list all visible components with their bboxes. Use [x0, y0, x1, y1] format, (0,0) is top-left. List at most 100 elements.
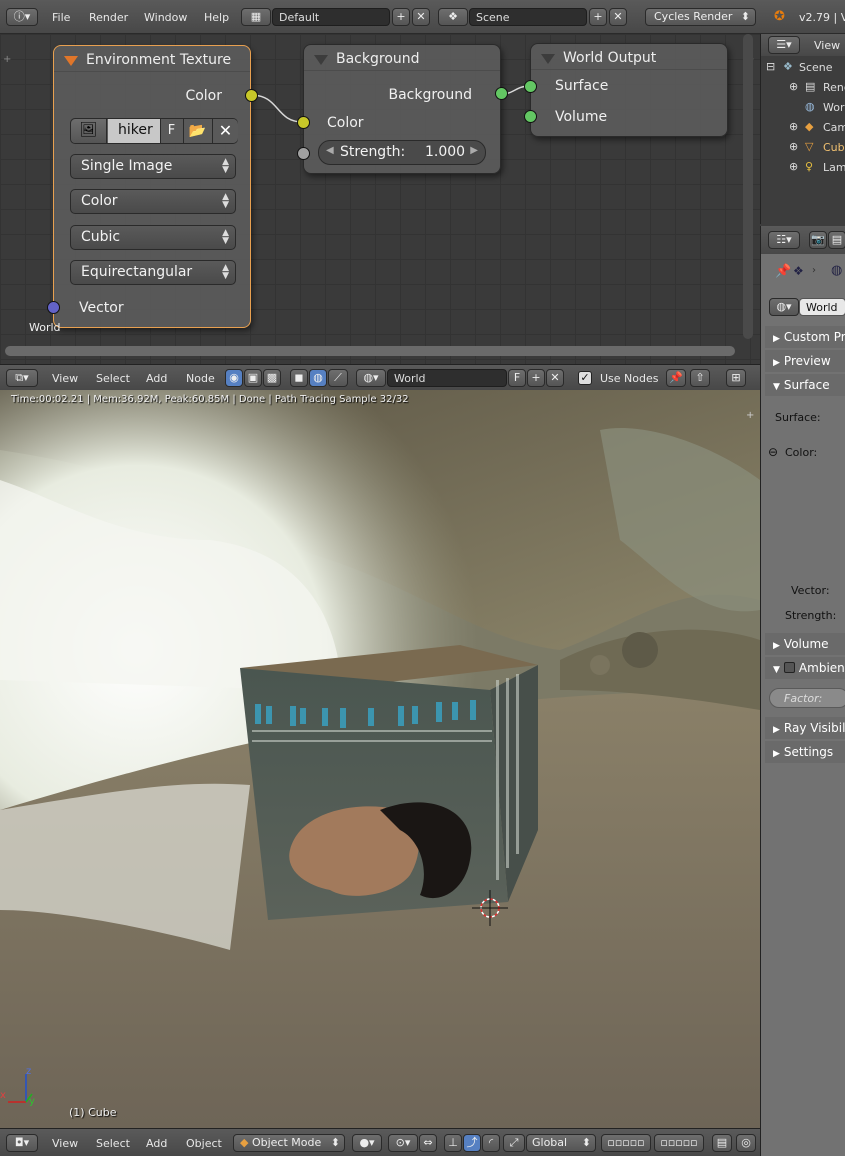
- pin-icon[interactable]: 📌: [666, 369, 686, 387]
- image-name-field[interactable]: hiker: [108, 119, 160, 143]
- menu-render[interactable]: Render: [89, 11, 128, 24]
- unlink-world-button[interactable]: ✕: [546, 369, 564, 387]
- env-vector-input-socket[interactable]: [47, 301, 60, 314]
- expand-icon[interactable]: ⊕: [789, 160, 798, 173]
- menu-help[interactable]: Help: [204, 11, 229, 24]
- texture-nodes-icon[interactable]: ▩: [263, 369, 281, 387]
- image-browse-icon[interactable]: 🖼: [71, 119, 107, 143]
- menu-object[interactable]: Object: [186, 1137, 222, 1150]
- collapse-triangle-icon[interactable]: [541, 54, 555, 64]
- node-header[interactable]: Environment Texture: [54, 46, 250, 72]
- world-shader-icon[interactable]: ◍: [309, 369, 327, 387]
- menu-add[interactable]: Add: [146, 1137, 167, 1150]
- increment-arrow-icon[interactable]: ▶: [470, 145, 478, 156]
- remove-scene-button[interactable]: ✕: [609, 8, 627, 26]
- collapse-triangle-icon[interactable]: [314, 55, 328, 65]
- scene-field[interactable]: Scene: [469, 8, 587, 26]
- parent-node-tree-icon[interactable]: ⇧: [690, 369, 710, 387]
- custom-properties-panel[interactable]: ▶Custom Pro: [765, 326, 845, 348]
- region-expand-icon[interactable]: +: [746, 410, 754, 421]
- node-editor[interactable]: + + Environment Texture Color 🖼 hiker F …: [0, 34, 760, 364]
- render-layers-tab-icon[interactable]: ▤: [828, 231, 845, 249]
- bg-strength-input-socket[interactable]: [297, 147, 310, 160]
- menu-node[interactable]: Node: [186, 372, 215, 385]
- background-node[interactable]: Background Background Color ◀ Strength: …: [303, 44, 501, 174]
- add-scene-button[interactable]: +: [589, 8, 607, 26]
- add-layout-button[interactable]: +: [392, 8, 410, 26]
- menu-select[interactable]: Select: [96, 372, 130, 385]
- pin-icon[interactable]: 📌: [775, 264, 791, 279]
- 3d-viewport[interactable]: Time:00:02.21 | Mem:36.92M, Peak:60.85M …: [0, 390, 760, 1128]
- render-tab-icon[interactable]: 📷: [809, 231, 827, 249]
- ambient-occlusion-panel[interactable]: ▼ Ambien: [765, 657, 845, 679]
- screen-layout-field[interactable]: Default: [272, 8, 390, 26]
- object-shader-icon[interactable]: ◼: [290, 369, 308, 387]
- volume-panel[interactable]: ▶ Volume: [765, 633, 845, 655]
- world-browse-icon[interactable]: ◍▾: [356, 369, 386, 387]
- decrement-arrow-icon[interactable]: ◀: [326, 145, 334, 156]
- info-editor-type-button[interactable]: ⓘ▾: [6, 8, 38, 26]
- outliner-item-renderlayers[interactable]: Rend: [823, 81, 845, 94]
- screen-layout-icon[interactable]: ▦: [241, 8, 271, 26]
- projection-dropdown[interactable]: Equirectangular ▲ ▼: [70, 260, 236, 285]
- world-name-field[interactable]: World: [799, 298, 845, 316]
- env-color-output-socket[interactable]: [245, 89, 258, 102]
- render-engine-dropdown[interactable]: Cycles Render ⬍: [645, 8, 756, 26]
- preview-panel[interactable]: ▶ Preview: [765, 350, 845, 372]
- interpolation-dropdown[interactable]: Cubic ▲ ▼: [70, 225, 236, 250]
- properties-editor[interactable]: ☷▾ 📷 ▤ 📌 ❖ › ◍ ◍▾ World ▶Custom Pro ▶Pre…: [760, 226, 845, 1156]
- outliner-item-world[interactable]: World: [823, 101, 845, 114]
- node-header[interactable]: World Output: [531, 44, 727, 70]
- menu-window[interactable]: Window: [144, 11, 187, 24]
- shader-nodes-icon[interactable]: ◉: [225, 369, 243, 387]
- lock-camera-icon[interactable]: ▤: [712, 1134, 732, 1152]
- menu-view[interactable]: View: [52, 1137, 78, 1150]
- scale-manipulator-icon[interactable]: ◜: [482, 1134, 500, 1152]
- bg-color-input-socket[interactable]: [297, 116, 310, 129]
- outliner-item-cube[interactable]: Cube: [823, 141, 845, 154]
- menu-add[interactable]: Add: [146, 372, 167, 385]
- world-name-field[interactable]: World: [387, 369, 507, 387]
- color-space-dropdown[interactable]: Color ▲ ▼: [70, 189, 236, 214]
- node-editor-type-button[interactable]: ⧉▾: [6, 369, 38, 387]
- unlink-image-icon[interactable]: ✕: [212, 119, 238, 143]
- outliner-item-camera[interactable]: Cam: [823, 121, 845, 134]
- mode-dropdown[interactable]: ◆ Object Mode ⬍: [233, 1134, 345, 1152]
- remove-layout-button[interactable]: ✕: [412, 8, 430, 26]
- menu-file[interactable]: File: [52, 11, 70, 24]
- node-header[interactable]: Background: [304, 45, 500, 71]
- expand-icon[interactable]: ⊕: [789, 140, 798, 153]
- world-browse-icon[interactable]: ◍▾: [769, 298, 799, 316]
- expand-icon[interactable]: ⊕: [789, 80, 798, 93]
- viewport-shading-icon[interactable]: ●▾: [352, 1134, 382, 1152]
- outliner-type-button[interactable]: ☰▾: [768, 36, 800, 54]
- output-surface-input-socket[interactable]: [524, 80, 537, 93]
- menu-select[interactable]: Select: [96, 1137, 130, 1150]
- transform-orientation-icon[interactable]: ⤢: [503, 1134, 525, 1152]
- strength-field[interactable]: ◀ Strength: 1.000 ▶: [318, 140, 486, 165]
- outliner-view-menu[interactable]: View: [814, 39, 840, 52]
- image-selector[interactable]: 🖼 hiker F 📂 ✕: [70, 118, 238, 144]
- open-image-icon[interactable]: 📂: [183, 119, 211, 143]
- source-dropdown[interactable]: Single Image ▲ ▼: [70, 154, 236, 179]
- environment-texture-node[interactable]: Environment Texture Color 🖼 hiker F 📂 ✕ …: [53, 45, 251, 328]
- layer-buttons-group-1[interactable]: ▫▫▫▫▫: [601, 1134, 651, 1152]
- collapse-triangle-icon[interactable]: [64, 56, 78, 66]
- properties-type-button[interactable]: ☷▾: [768, 231, 800, 249]
- line-style-icon[interactable]: ⟋: [328, 369, 348, 387]
- translate-manipulator-icon[interactable]: ⊥: [444, 1134, 462, 1152]
- pivot-point-icon[interactable]: ⊙▾: [388, 1134, 418, 1152]
- outliner-item-lamp[interactable]: Lam: [823, 161, 845, 174]
- surface-panel[interactable]: ▼ Surface: [765, 374, 845, 396]
- output-volume-input-socket[interactable]: [524, 110, 537, 123]
- bg-background-output-socket[interactable]: [495, 87, 508, 100]
- use-nodes-checkbox[interactable]: ✓: [578, 371, 592, 385]
- outliner-item-scene[interactable]: Scene: [799, 61, 833, 74]
- render-preview-icon[interactable]: ◎: [736, 1134, 756, 1152]
- expand-icon[interactable]: ⊟: [766, 60, 775, 73]
- orientation-dropdown[interactable]: Global ⬍: [526, 1134, 596, 1152]
- world-output-node[interactable]: World Output Surface Volume: [530, 43, 728, 137]
- ray-visibility-panel[interactable]: ▶ Ray Visibili: [765, 717, 845, 739]
- menu-view[interactable]: View: [52, 372, 78, 385]
- settings-panel[interactable]: ▶ Settings: [765, 741, 845, 763]
